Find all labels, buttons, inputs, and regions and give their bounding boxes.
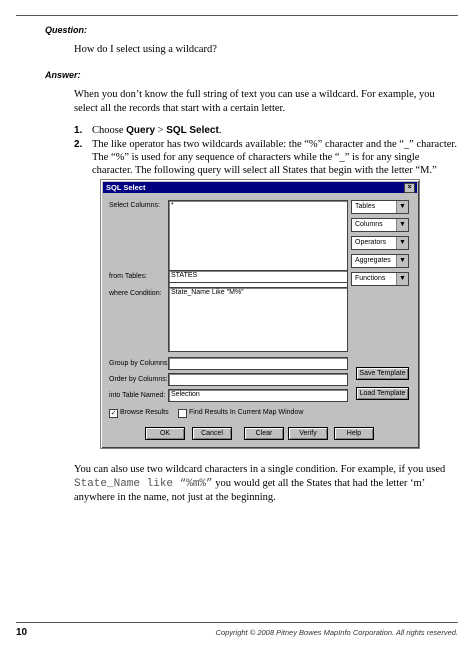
- query-menu-ref: Query: [126, 125, 156, 136]
- answer-label: Answer:: [45, 70, 81, 80]
- close-icon[interactable]: ×: [404, 183, 415, 193]
- chevron-down-icon: ▼: [396, 219, 408, 231]
- cancel-button[interactable]: Cancel: [192, 427, 232, 440]
- sql-select-ref: SQL Select: [166, 125, 219, 136]
- copyright: Copyright © 2008 Pitney Bowes MapInfo Co…: [215, 628, 458, 637]
- chevron-down-icon: ▼: [396, 237, 408, 249]
- aggregates-dropdown[interactable]: Aggregates ▼: [351, 254, 409, 268]
- browse-results-label: Browse Results: [120, 409, 169, 416]
- dialog-titlebar: SQL Select ×: [103, 182, 417, 193]
- closing-code: State_Name like “%m%”: [74, 478, 213, 490]
- into-table-label: into Table Named:: [109, 392, 166, 399]
- step-1-text: Choose Query > SQL Select.: [92, 124, 460, 137]
- functions-dropdown[interactable]: Functions ▼: [351, 272, 409, 286]
- closing-paragraph: You can also use two wildcard characters…: [74, 463, 460, 505]
- step-2: 2. The like operator has two wildcards a…: [74, 138, 460, 177]
- step-1: 1. Choose Query > SQL Select.: [74, 124, 460, 137]
- from-tables-label: from Tables:: [109, 273, 147, 280]
- bottom-rule: [16, 622, 458, 623]
- answer-intro: When you don’t know the full string of t…: [74, 89, 435, 114]
- top-rule: [16, 15, 458, 16]
- operators-dropdown-label: Operators: [355, 239, 387, 246]
- group-by-label: Group by Columns:: [109, 360, 170, 367]
- where-condition-field[interactable]: State_Name Like "M%": [168, 287, 348, 352]
- sql-select-dialog: SQL Select × Select Columns: * from Tabl…: [100, 179, 420, 449]
- aggregates-dropdown-label: Aggregates: [355, 257, 391, 264]
- tables-dropdown[interactable]: Tables ▼: [351, 200, 409, 214]
- closing-text-pre: You can also use two wildcard characters…: [74, 464, 446, 475]
- step-1-number: 1.: [74, 125, 83, 136]
- question-label: Question:: [45, 25, 87, 35]
- dialog-title: SQL Select: [106, 183, 146, 192]
- columns-dropdown[interactable]: Columns ▼: [351, 218, 409, 232]
- step-2-number: 2.: [74, 139, 83, 150]
- from-tables-field[interactable]: STATES: [168, 270, 348, 283]
- find-results-label: Find Results In Current Map Window: [189, 409, 304, 416]
- question-text: How do I select using a wildcard?: [74, 44, 217, 55]
- step-1-pre: Choose: [92, 125, 127, 136]
- select-columns-label: Select Columns:: [109, 202, 160, 209]
- tables-dropdown-label: Tables: [355, 203, 376, 210]
- functions-dropdown-label: Functions: [355, 275, 386, 282]
- into-table-field[interactable]: Selection: [168, 389, 348, 402]
- step-2-text: The like operator has two wildcards avai…: [92, 139, 457, 176]
- browse-results-checkbox[interactable]: ✓: [109, 409, 118, 418]
- chevron-down-icon: ▼: [396, 201, 408, 213]
- load-template-button[interactable]: Load Template: [356, 387, 409, 400]
- page-number: 10: [16, 627, 28, 638]
- help-button[interactable]: Help: [334, 427, 374, 440]
- group-by-field[interactable]: [168, 357, 348, 370]
- order-by-field[interactable]: [168, 373, 348, 386]
- step-1-post: .: [218, 125, 222, 136]
- order-by-label: Order by Columns:: [109, 376, 168, 383]
- verify-button[interactable]: Verify: [288, 427, 328, 440]
- clear-button[interactable]: Clear: [244, 427, 284, 440]
- save-template-button[interactable]: Save Template: [356, 367, 409, 380]
- chevron-down-icon: ▼: [396, 255, 408, 267]
- find-results-checkbox[interactable]: [178, 409, 187, 418]
- where-condition-label: where Condition:: [109, 290, 162, 297]
- ok-button[interactable]: OK: [145, 427, 185, 440]
- columns-dropdown-label: Columns: [355, 221, 383, 228]
- step-1-sep: >: [155, 125, 167, 136]
- chevron-down-icon: ▼: [396, 273, 408, 285]
- operators-dropdown[interactable]: Operators ▼: [351, 236, 409, 250]
